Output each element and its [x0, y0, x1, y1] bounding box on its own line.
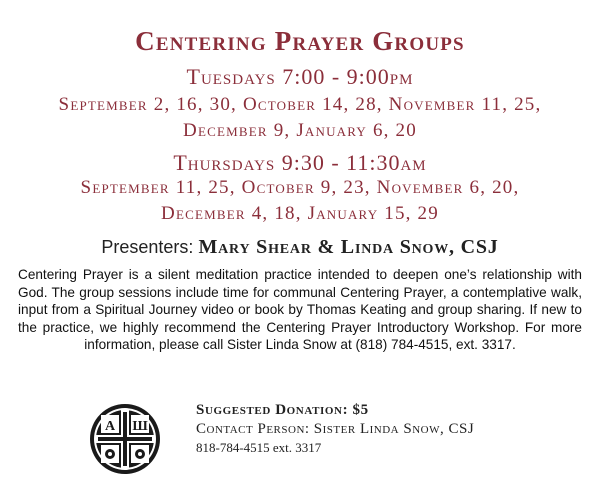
presenters-line: Presenters: Mary Shear & Linda Snow, CSJ: [0, 236, 600, 259]
tuesdays-dates: September 2, 16, 30, October 14, 28, Nov…: [0, 92, 600, 144]
contact-person: Contact Person: Sister Linda Snow, CSJ: [196, 421, 475, 437]
logo-letter-a: A: [105, 419, 116, 434]
page-title: Centering Prayer Groups: [135, 26, 465, 56]
csj-cross-seal-icon: A Ш: [90, 404, 160, 474]
logo-letter-sha: Ш: [132, 419, 148, 434]
tuesdays-dates-line: September 2, 16, 30, October 14, 28, Nov…: [58, 94, 542, 115]
tuesdays-heading: Tuesdays 7:00 - 9:00pm: [186, 64, 414, 89]
thursdays-heading: Thursdays 9:30 - 11:30am: [173, 150, 427, 175]
description-paragraph: Centering Prayer is a silent meditation …: [18, 267, 582, 353]
contact-phone[interactable]: 818-784-4515 ext. 3317: [196, 440, 474, 456]
thursdays-dates-line: September 11, 25, October 9, 23, Novembe…: [80, 177, 520, 198]
contact-block: Suggested Donation: $5 Contact Person: S…: [196, 402, 474, 456]
thursdays-dates: September 11, 25, October 9, 23, Novembe…: [0, 175, 600, 227]
presenters-label: Presenters:: [101, 237, 194, 257]
presenters-names: Mary Shear & Linda Snow, CSJ: [198, 236, 499, 258]
thursdays-dates-line: December 4, 18, January 15, 29: [161, 203, 439, 224]
tuesdays-dates-line: December 9, January 6, 20: [183, 120, 417, 141]
suggested-donation: Suggested Donation: $5: [196, 402, 369, 418]
